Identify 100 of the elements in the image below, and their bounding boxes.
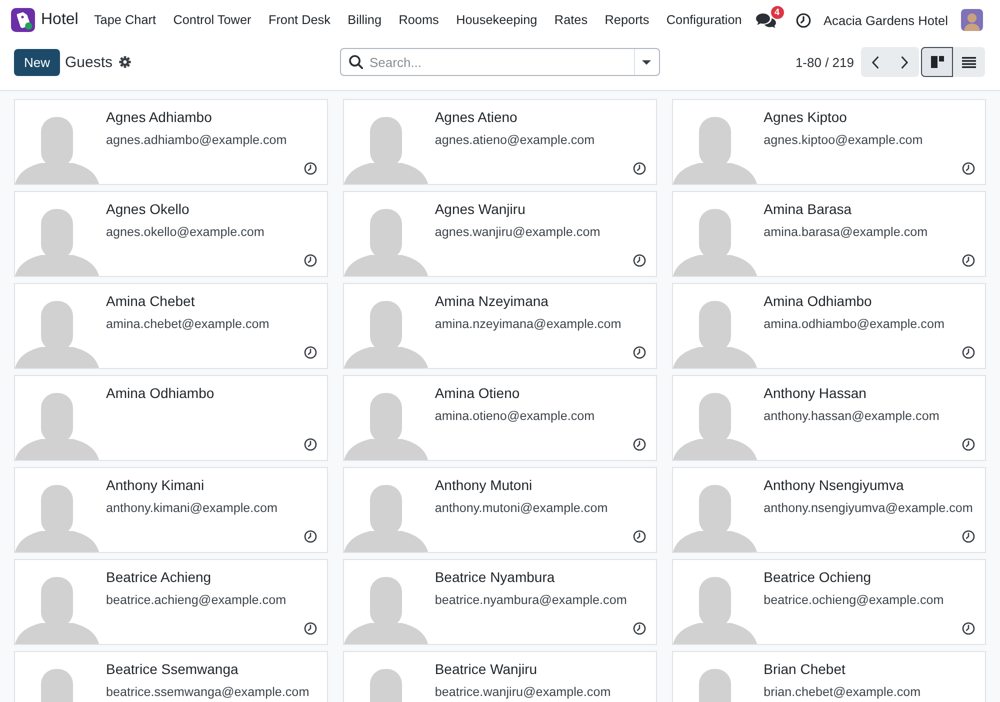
guest-card[interactable]: Agnes Wanjiru agnes.wanjiru@example.com bbox=[342, 191, 658, 277]
menu-item[interactable]: Housekeeping bbox=[448, 9, 546, 31]
search-field[interactable]: Search... bbox=[340, 48, 660, 76]
guest-email: beatrice.nyambura@example.com bbox=[434, 592, 627, 609]
guest-card[interactable]: Agnes Atieno agnes.atieno@example.com bbox=[342, 99, 658, 185]
guest-card[interactable]: Beatrice Nyambura beatrice.nyambura@example.com bbox=[342, 559, 658, 645]
clock-icon[interactable] bbox=[962, 254, 975, 267]
clock-icon[interactable] bbox=[304, 346, 318, 359]
previous-button[interactable] bbox=[861, 47, 890, 77]
guest-card[interactable]: Amina Chebet amina.chebet@example.com bbox=[14, 283, 328, 369]
guest-name: Agnes Wanjiru bbox=[434, 200, 526, 218]
clock-icon[interactable] bbox=[962, 346, 975, 359]
new-button[interactable]: New bbox=[14, 48, 60, 76]
silhouette-icon bbox=[672, 209, 757, 276]
guest-email: agnes.kiptoo@example.com bbox=[764, 132, 923, 149]
guest-card[interactable]: Agnes Kiptoo agnes.kiptoo@example.com bbox=[672, 99, 986, 185]
silhouette-icon bbox=[15, 393, 99, 460]
guest-card[interactable]: Amina Barasa amina.barasa@example.com bbox=[672, 191, 986, 277]
guest-card[interactable]: Agnes Adhiambo agnes.adhiambo@example.com bbox=[14, 99, 328, 185]
silhouette-icon bbox=[15, 577, 99, 644]
notification-badge: 4 bbox=[770, 6, 784, 18]
list-view-button[interactable] bbox=[953, 47, 985, 77]
guest-email: amina.otieno@example.com bbox=[434, 408, 595, 425]
chat-icon[interactable] bbox=[756, 12, 776, 28]
guest-card[interactable]: Amina Nzeyimana amina.nzeyimana@example.com bbox=[342, 283, 658, 369]
guest-email: amina.odhiambo@example.com bbox=[764, 316, 944, 333]
clock-icon[interactable] bbox=[304, 254, 318, 267]
guest-card[interactable]: Amina Odhiambo amina.odhiambo@example.com bbox=[672, 283, 986, 369]
clock-icon[interactable] bbox=[633, 438, 646, 451]
guest-name: Beatrice Ssemwanga bbox=[106, 660, 238, 678]
avatar-icon[interactable] bbox=[961, 9, 983, 31]
guest-card[interactable]: Agnes Okello agnes.okello@example.com bbox=[14, 191, 328, 277]
menu-item[interactable]: Tape Chart bbox=[85, 9, 165, 31]
guest-name: Amina Odhiambo bbox=[106, 384, 214, 402]
list-icon bbox=[962, 56, 976, 68]
clock-icon[interactable] bbox=[962, 622, 975, 635]
silhouette-icon bbox=[344, 577, 428, 644]
silhouette-icon bbox=[672, 485, 757, 552]
silhouette-icon bbox=[344, 209, 428, 276]
guest-card[interactable]: Beatrice Achieng beatrice.achieng@example.com bbox=[14, 559, 328, 645]
guest-name: Agnes Kiptoo bbox=[764, 108, 847, 126]
guest-name: Agnes Okello bbox=[106, 200, 190, 218]
kanban-view-button[interactable] bbox=[921, 47, 953, 77]
guest-card[interactable]: Anthony Hassan anthony.hassan@example.com bbox=[672, 375, 986, 461]
guest-name: Amina Odhiambo bbox=[764, 292, 872, 310]
company-name[interactable]: Acacia Gardens Hotel bbox=[824, 12, 948, 28]
guest-email: brian.chebet@example.com bbox=[764, 684, 921, 701]
clock-icon[interactable] bbox=[962, 162, 975, 175]
clock-icon[interactable] bbox=[962, 530, 975, 543]
menu-item[interactable]: Front Desk bbox=[260, 9, 340, 31]
guest-card[interactable]: Amina Odhiambo bbox=[14, 375, 328, 461]
guest-name: Anthony Nsengiyumva bbox=[764, 476, 904, 494]
guest-name: Agnes Atieno bbox=[434, 108, 518, 126]
guest-card[interactable]: Anthony Mutoni anthony.mutoni@example.com bbox=[342, 467, 658, 553]
page-title: Guests bbox=[65, 54, 113, 70]
silhouette-icon bbox=[15, 485, 99, 552]
menu-item[interactable]: Rooms bbox=[390, 9, 448, 31]
search-input[interactable]: Search... bbox=[362, 54, 634, 70]
menu-item[interactable]: Billing bbox=[339, 9, 390, 31]
guest-card[interactable]: Anthony Nsengiyumva anthony.nsengiyumva@example.com bbox=[672, 467, 986, 553]
chevron-right-icon bbox=[901, 56, 908, 68]
clock-icon[interactable] bbox=[633, 346, 646, 359]
app-name[interactable]: Hotel bbox=[41, 11, 78, 29]
clock-icon[interactable] bbox=[304, 530, 318, 543]
clock-icon[interactable] bbox=[633, 530, 646, 543]
silhouette-icon bbox=[344, 301, 428, 368]
clock-icon[interactable] bbox=[304, 162, 318, 175]
guest-card[interactable]: Anthony Kimani anthony.kimani@example.com bbox=[14, 467, 328, 553]
guest-email: beatrice.wanjiru@example.com bbox=[434, 684, 611, 701]
guest-email: beatrice.ssemwanga@example.com bbox=[106, 684, 310, 701]
guest-name: Beatrice Wanjiru bbox=[434, 660, 538, 678]
guest-email: anthony.mutoni@example.com bbox=[434, 500, 608, 517]
menu-item[interactable]: Control Tower bbox=[164, 9, 260, 31]
menu-item[interactable]: Reports bbox=[596, 9, 658, 31]
guest-card[interactable]: Brian Chebet brian.chebet@example.com bbox=[672, 651, 986, 702]
guest-card[interactable]: Amina Otieno amina.otieno@example.com bbox=[342, 375, 658, 461]
pager-value[interactable]: 1-80 / 219 bbox=[795, 54, 854, 70]
clock-icon[interactable] bbox=[796, 12, 811, 28]
clock-icon[interactable] bbox=[962, 438, 975, 451]
guest-email: anthony.hassan@example.com bbox=[764, 408, 940, 425]
clock-icon[interactable] bbox=[633, 162, 646, 175]
guest-card[interactable]: Beatrice Ochieng beatrice.ochieng@example.com bbox=[672, 559, 986, 645]
clock-icon[interactable] bbox=[304, 622, 318, 635]
gear-icon[interactable] bbox=[118, 56, 131, 68]
clock-icon[interactable] bbox=[633, 254, 646, 267]
silhouette-icon bbox=[15, 209, 99, 276]
menu-item[interactable]: Configuration bbox=[658, 9, 750, 31]
guest-email: anthony.kimani@example.com bbox=[106, 500, 278, 517]
guest-email: agnes.atieno@example.com bbox=[434, 132, 595, 149]
clock-icon[interactable] bbox=[304, 438, 318, 451]
next-button[interactable] bbox=[890, 47, 919, 77]
menu-item[interactable]: Rates bbox=[546, 9, 596, 31]
guest-card[interactable]: Beatrice Ssemwanga beatrice.ssemwanga@example.com bbox=[14, 651, 328, 702]
guest-email: amina.chebet@example.com bbox=[106, 316, 270, 333]
guest-email: amina.barasa@example.com bbox=[764, 224, 928, 241]
clock-icon[interactable] bbox=[633, 622, 646, 635]
guest-name: Agnes Adhiambo bbox=[106, 108, 212, 126]
silhouette-icon bbox=[15, 117, 99, 184]
tag-icon[interactable] bbox=[11, 8, 35, 32]
guest-card[interactable]: Beatrice Wanjiru beatrice.wanjiru@example.com bbox=[342, 651, 658, 702]
